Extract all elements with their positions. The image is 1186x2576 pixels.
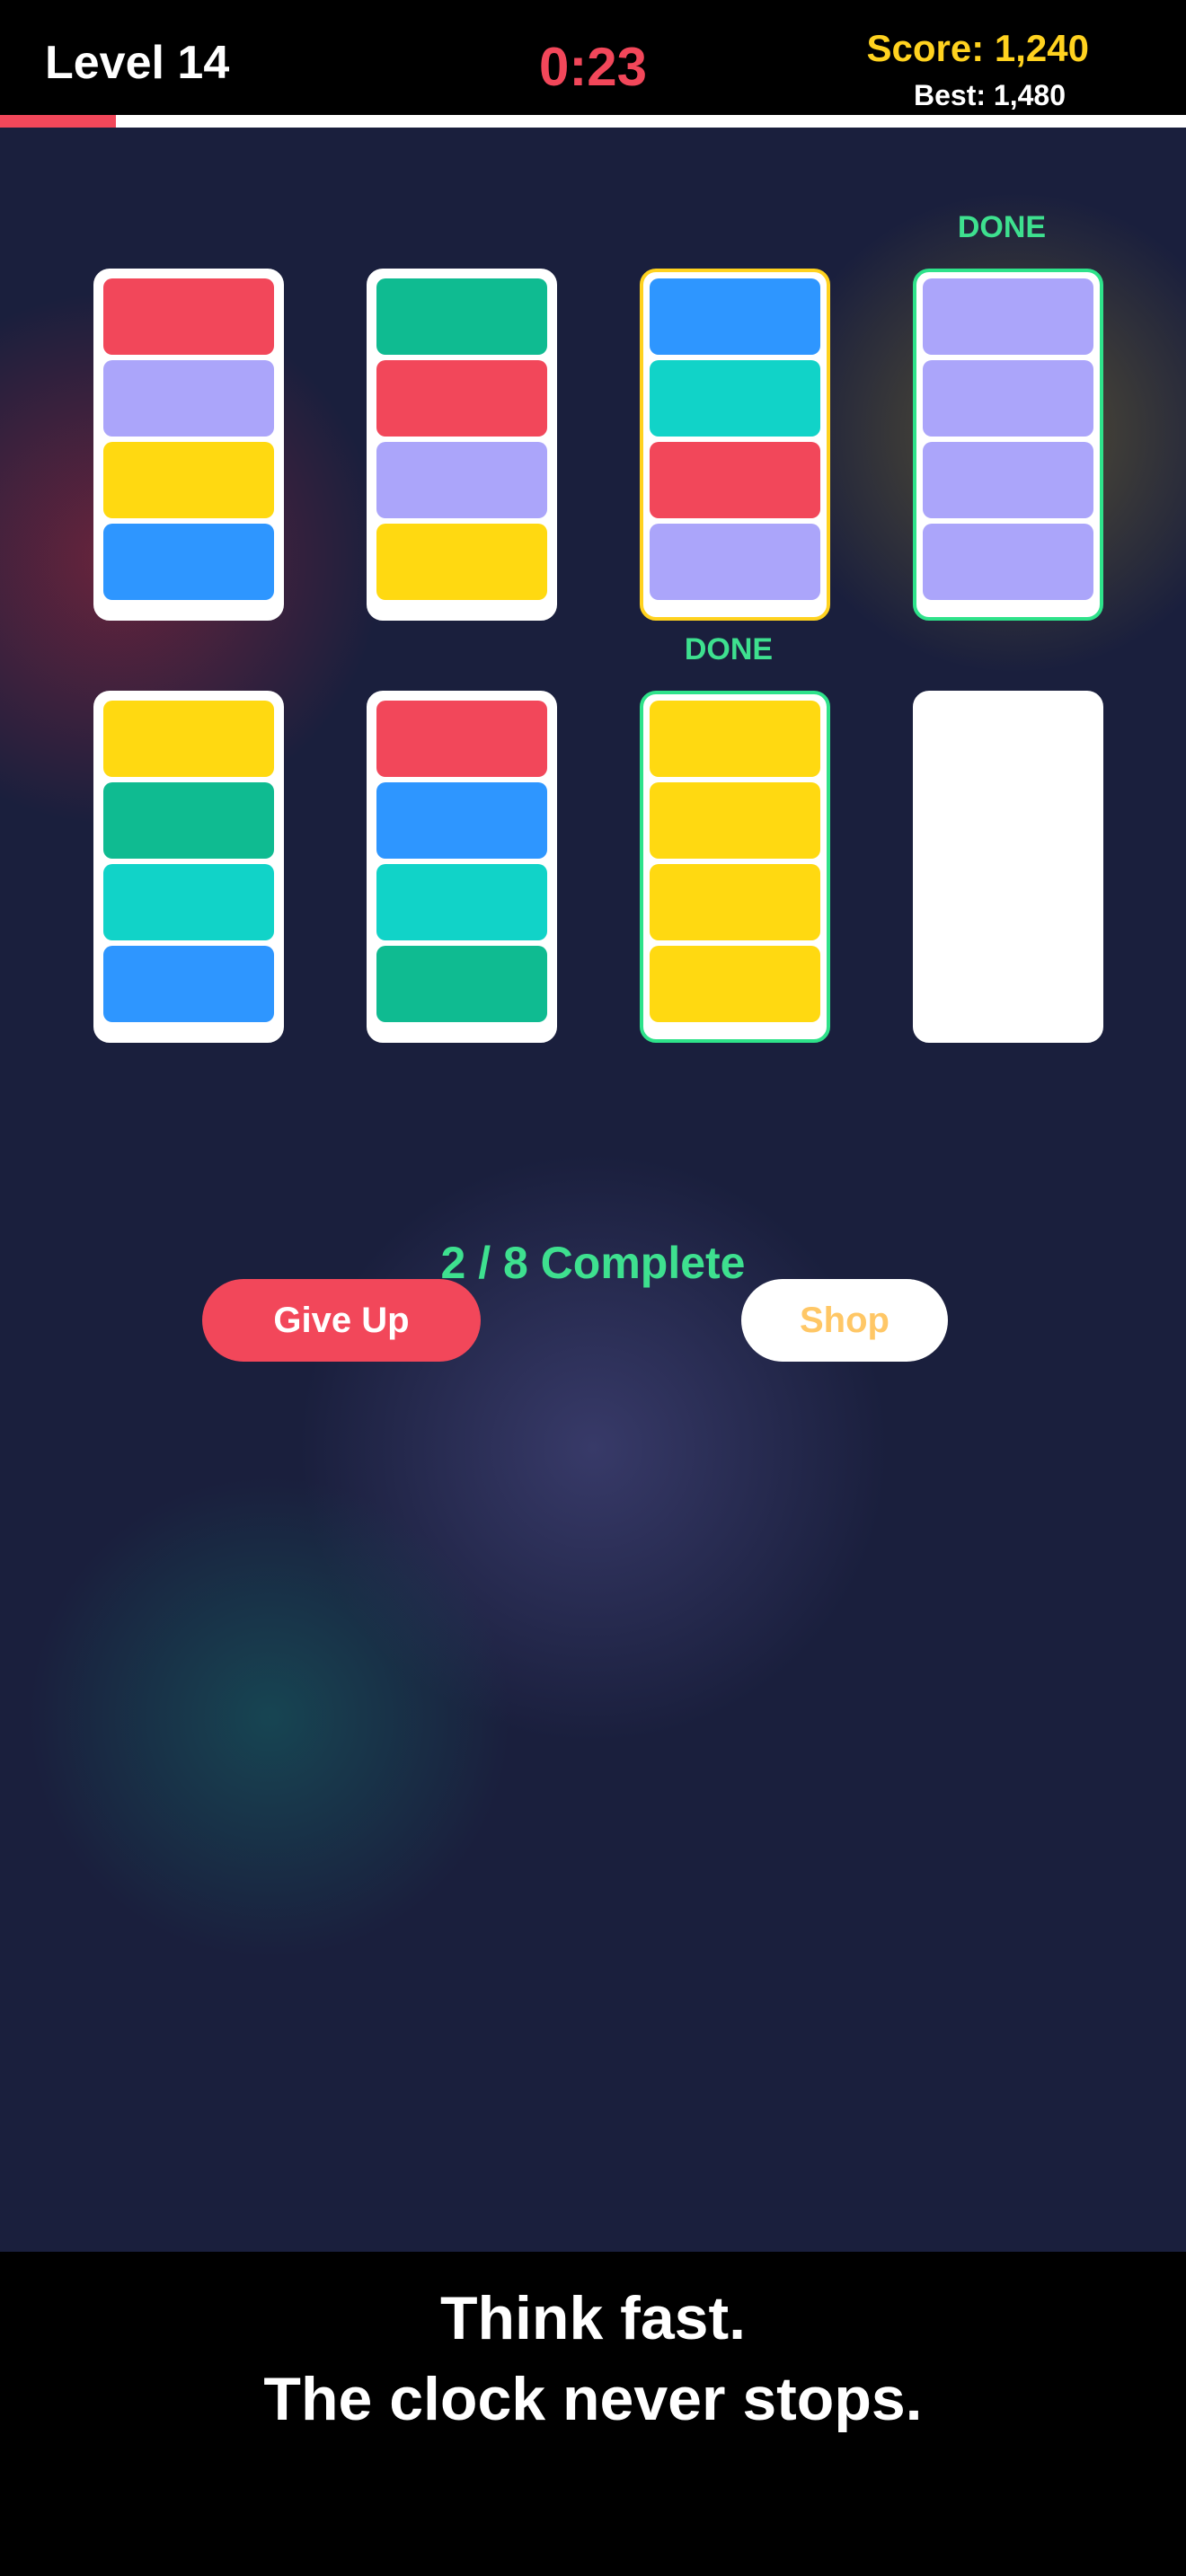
tube-3[interactable] <box>640 269 830 621</box>
best-score-label: Best: 1,480 <box>914 79 1066 111</box>
color-block-purple <box>103 360 274 437</box>
color-block-red <box>376 360 547 437</box>
tube-6[interactable] <box>367 691 557 1043</box>
tube-5[interactable] <box>93 691 284 1043</box>
color-block-purple <box>923 442 1093 518</box>
shop-button[interactable]: Shop <box>741 1279 948 1362</box>
give-up-button[interactable]: Give Up <box>202 1279 481 1362</box>
color-block-red <box>650 442 820 518</box>
time-progress-bar <box>0 115 1186 128</box>
color-block-yellow <box>650 864 820 940</box>
color-block-blue <box>376 782 547 859</box>
color-block-red <box>103 278 274 355</box>
color-block-yellow <box>376 524 547 600</box>
color-block-blue <box>103 524 274 600</box>
score-label: Score: 1,240 <box>866 27 1090 69</box>
tube-4[interactable] <box>913 269 1103 621</box>
tube-7[interactable] <box>640 691 830 1043</box>
color-block-purple <box>923 524 1093 600</box>
game-board: DONE DONE 2 / 8 Complete Give Up Shop <box>0 128 1186 2252</box>
color-block-yellow <box>103 442 274 518</box>
top-bar: Level 14 0:23 Score: 1,240 Best: 1,480 <box>0 0 1186 117</box>
tube-8[interactable] <box>913 691 1103 1043</box>
tagline-footer: Think fast. The clock never stops. <box>0 2252 1186 2576</box>
completion-progress: 2 / 8 Complete <box>440 1238 746 1288</box>
color-block-yellow <box>103 701 274 777</box>
color-block-purple <box>650 524 820 600</box>
tagline-line-1: Think fast. <box>439 2284 747 2352</box>
tube-1[interactable] <box>93 269 284 621</box>
teal-glow <box>27 1475 512 1960</box>
color-block-teal <box>376 864 547 940</box>
color-block-yellow <box>650 782 820 859</box>
tube-2[interactable] <box>367 269 557 621</box>
color-block-purple <box>376 442 547 518</box>
color-block-green <box>376 946 547 1022</box>
color-block-yellow <box>650 701 820 777</box>
color-block-green <box>376 278 547 355</box>
color-block-purple <box>923 360 1093 437</box>
color-block-teal <box>103 864 274 940</box>
color-block-purple <box>923 278 1093 355</box>
color-block-blue <box>650 278 820 355</box>
color-block-red <box>376 701 547 777</box>
color-block-teal <box>650 360 820 437</box>
color-block-blue <box>103 946 274 1022</box>
tube-done-label: DONE <box>684 632 774 666</box>
tagline-line-2: The clock never stops. <box>263 2365 923 2433</box>
tube-done-label: DONE <box>957 210 1047 244</box>
color-block-yellow <box>650 946 820 1022</box>
color-block-green <box>103 782 274 859</box>
time-progress-fill <box>0 115 117 128</box>
